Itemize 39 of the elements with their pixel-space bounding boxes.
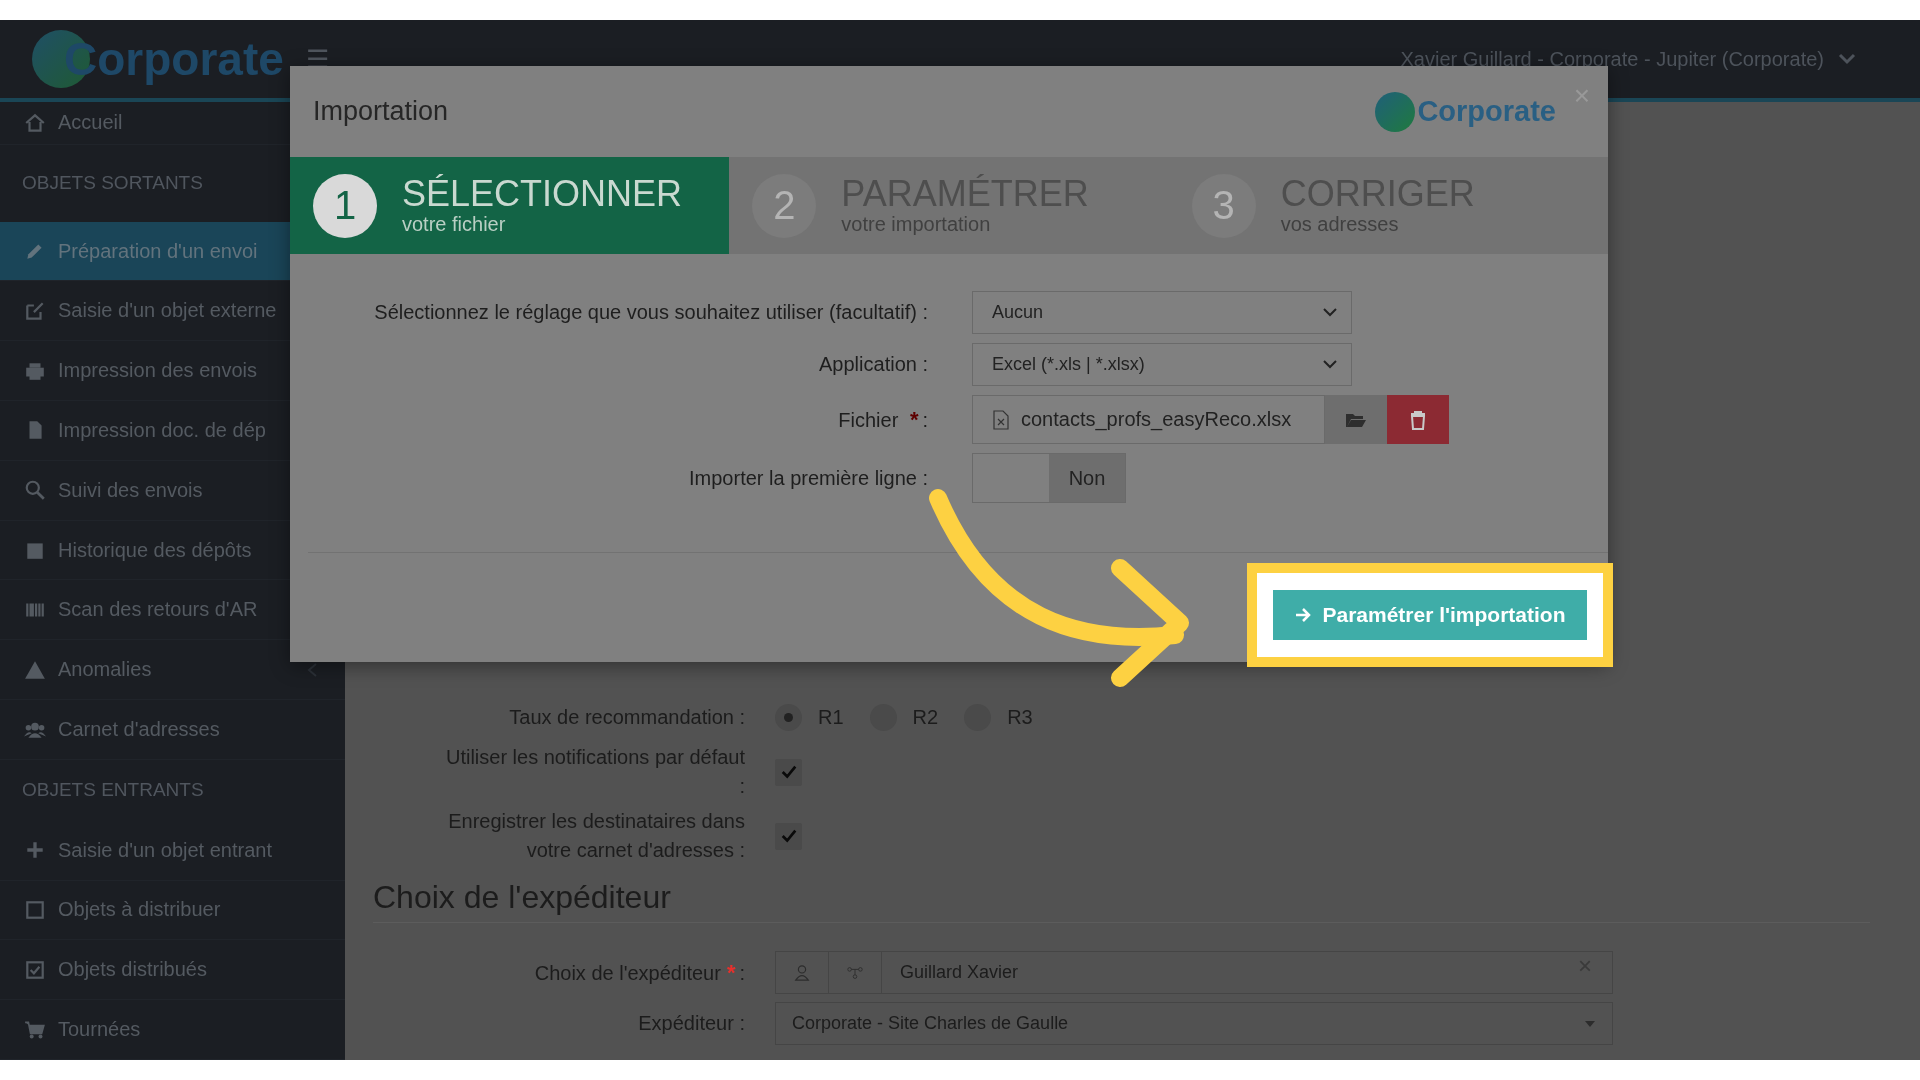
spreadsheet-file-icon [993, 409, 1009, 430]
check-icon [779, 763, 798, 781]
sidebar-item[interactable]: Objets à distribuer [0, 880, 345, 941]
arrow-right-icon [1294, 606, 1313, 624]
delete-button[interactable] [1387, 395, 1449, 444]
chevron-down-icon [1323, 360, 1337, 369]
logo: Corporate [1375, 91, 1556, 132]
caret-icon [1584, 1019, 1596, 1028]
sidebar-section-label: OBJETS SORTANTS [21, 171, 204, 196]
chevron-down-icon[interactable] [1838, 53, 1856, 65]
check-icon [779, 827, 798, 845]
field-label: Application : [818, 353, 928, 376]
wizard-step[interactable]: 1 SÉLECTIONNER votre fichier [290, 157, 730, 254]
toggle-switch[interactable]: Non [972, 453, 1126, 503]
field-label: Sélectionnez le réglage que vous souhaitez utiliser (facultatif) : [373, 301, 928, 324]
sidebar-section-label: OBJETS ENTRANTS [21, 778, 205, 803]
select-field[interactable]: Aucun [972, 291, 1352, 334]
field-label: Fichier * : [837, 406, 928, 433]
close-button[interactable]: × [1573, 80, 1590, 112]
chevron-down-icon [1323, 308, 1337, 317]
folder-button[interactable] [1325, 395, 1387, 444]
logo: Corporate [32, 30, 284, 88]
checkbox[interactable] [775, 822, 802, 850]
person-icon[interactable] [793, 963, 811, 982]
sidebar-item[interactable]: Carnet d'adresses [0, 700, 345, 760]
user-menu[interactable]: Xavier Guillard - Corporate - Jupiter (Corporate) [1400, 47, 1920, 71]
sidebar-item[interactable]: Objets distribués [0, 940, 345, 1001]
checkbox[interactable] [775, 758, 802, 786]
cart-icon [24, 1018, 46, 1041]
field-label: Importer la première ligne : [688, 466, 928, 490]
sidebar-item[interactable]: Tournées [0, 1000, 345, 1060]
search-icon [24, 479, 46, 502]
checked-box-icon [24, 958, 46, 981]
checkbox-icon [24, 898, 46, 921]
sidebar-item[interactable]: Saisie d'un objet entrant [0, 820, 345, 881]
configure-import-button[interactable]: Paramétrer l'importation [1273, 590, 1587, 640]
file-field[interactable]: contacts_profs_easyReco.xlsx [972, 395, 1325, 444]
select-field[interactable]: Excel (*.xls | *.xlsx) [972, 343, 1352, 386]
home-icon [24, 111, 46, 134]
